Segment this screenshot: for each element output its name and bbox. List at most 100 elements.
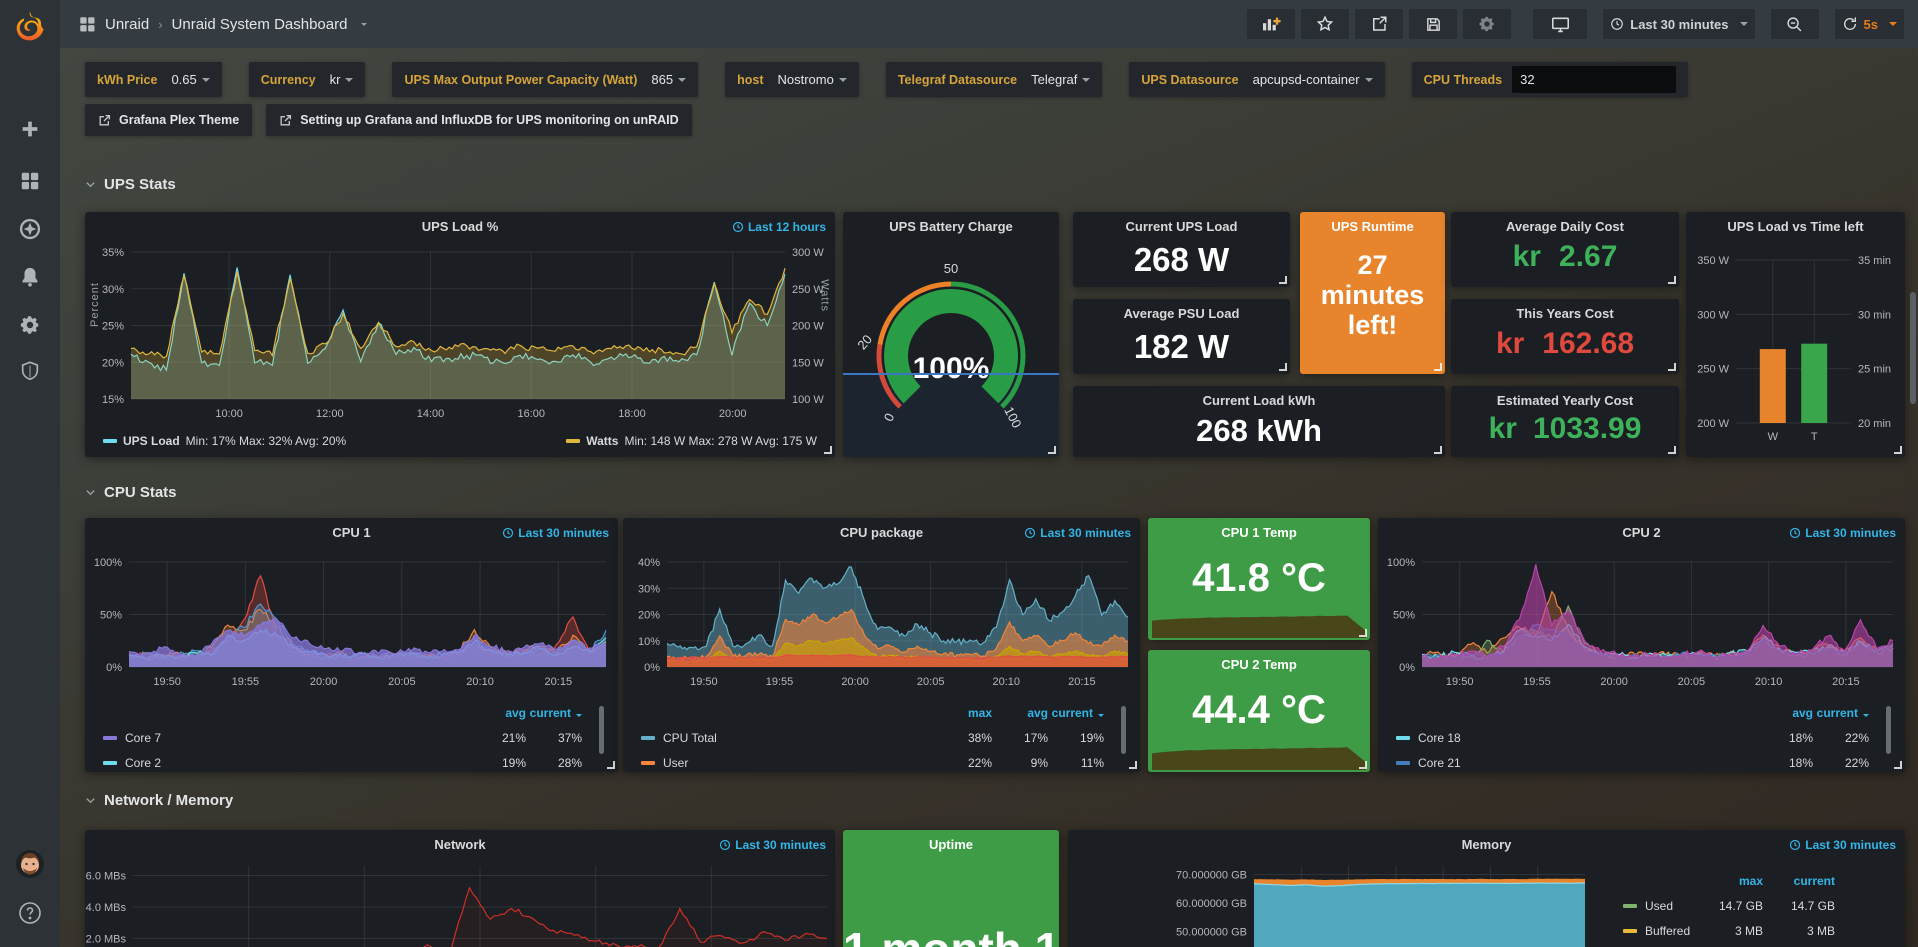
legend-col-current[interactable]: current <box>526 706 582 720</box>
ups-battery-gauge[interactable]: 02050100100% <box>843 238 1059 457</box>
svg-text:20:05: 20:05 <box>388 676 416 688</box>
panel-time-override[interactable]: Last 30 minutes <box>1024 526 1131 540</box>
explore-compass-icon[interactable] <box>0 212 60 246</box>
refresh-interval-label: 5s <box>1864 17 1878 32</box>
link-ups-monitoring-guide[interactable]: Setting up Grafana and InfluxDB for UPS … <box>266 104 691 136</box>
share-button[interactable] <box>1355 9 1403 39</box>
panel-title[interactable]: Estimated Yearly Cost <box>1461 393 1669 408</box>
breadcrumb-page[interactable]: Unraid System Dashboard <box>172 16 348 33</box>
variable-value-dropdown[interactable]: Nostromo <box>777 72 846 87</box>
server-admin-shield-icon[interactable] <box>0 354 60 388</box>
legend-col-max[interactable]: max <box>936 706 992 720</box>
svg-text:10%: 10% <box>638 636 660 648</box>
help-icon[interactable] <box>0 896 60 930</box>
link-grafana-plex-theme[interactable]: Grafana Plex Theme <box>85 104 252 136</box>
breadcrumb-caret-icon[interactable] <box>361 23 367 26</box>
legend-scrollbar[interactable] <box>599 706 604 754</box>
svg-text:30 min: 30 min <box>1858 309 1891 321</box>
cpu-2-temp-sparkline <box>1148 736 1370 770</box>
dashboard-settings-button[interactable] <box>1463 9 1511 39</box>
breadcrumb-app[interactable]: Unraid <box>105 16 149 33</box>
svg-text:20:05: 20:05 <box>917 676 945 688</box>
panel-time-override[interactable]: Last 30 minutes <box>1789 838 1896 852</box>
section-cpu-stats[interactable]: CPU Stats <box>85 484 177 501</box>
refresh-caret-icon <box>1889 22 1897 26</box>
user-avatar[interactable] <box>0 846 60 882</box>
panel-title[interactable]: Memory <box>1108 837 1865 852</box>
legend-item[interactable]: UPS Load Min: 17% Max: 32% Avg: 20% <box>103 434 346 448</box>
legend-col-max[interactable]: max <box>1691 874 1763 888</box>
panel-title[interactable]: UPS Runtime <box>1306 219 1439 234</box>
panel-title[interactable]: Current Load kWh <box>1113 393 1405 408</box>
ups-load-chart[interactable]: 10:0012:0014:0016:0018:0020:0035%300 W30… <box>85 212 835 457</box>
variable-ups-datasource: UPS Datasource apcupsd-container <box>1129 62 1384 97</box>
alerting-bell-icon[interactable] <box>0 260 60 294</box>
configuration-gear-icon[interactable] <box>0 308 60 342</box>
currency-prefix: kr <box>1513 240 1541 273</box>
time-range-caret-icon <box>1740 22 1748 26</box>
legend-row: Buffered 3 MB 3 MB <box>1623 918 1835 943</box>
legend-col-avg[interactable]: avg <box>470 706 526 720</box>
variable-value-dropdown[interactable]: kr <box>330 72 354 87</box>
dashboard-grid-icon[interactable] <box>78 15 96 33</box>
legend-item[interactable]: Watts Min: 148 W Max: 278 W Avg: 175 W <box>566 434 817 448</box>
page-scrollbar[interactable] <box>1910 292 1916 404</box>
section-ups-stats[interactable]: UPS Stats <box>85 176 176 193</box>
panel-title[interactable]: CPU 1 Temp <box>1188 525 1330 540</box>
chevron-down-icon <box>85 179 96 190</box>
panel-time-override[interactable]: Last 30 minutes <box>719 838 826 852</box>
variable-value-dropdown[interactable]: apcupsd-container <box>1253 72 1373 87</box>
panel-title[interactable]: CPU 2 Temp <box>1188 657 1330 672</box>
add-panel-button[interactable] <box>1247 9 1295 39</box>
create-add-icon[interactable] <box>0 112 60 146</box>
svg-text:35 min: 35 min <box>1858 255 1891 267</box>
save-button[interactable] <box>1409 9 1457 39</box>
variable-label: UPS Datasource <box>1141 73 1238 87</box>
variable-value-dropdown[interactable]: 865 <box>651 72 686 87</box>
panel-title[interactable]: Uptime <box>883 837 1019 852</box>
svg-text:20:00: 20:00 <box>719 408 747 420</box>
chevron-down-icon <box>85 795 96 806</box>
panel-title[interactable]: Average PSU Load <box>1083 306 1280 321</box>
legend-col-avg[interactable]: avg <box>992 706 1048 720</box>
svg-text:19:50: 19:50 <box>690 676 718 688</box>
legend-col-current[interactable]: current <box>1813 706 1869 720</box>
panel-title[interactable]: This Years Cost <box>1461 306 1669 321</box>
panel-time-override[interactable]: Last 30 minutes <box>1789 526 1896 540</box>
section-network-memory[interactable]: Network / Memory <box>85 792 233 809</box>
panel-time-override[interactable]: Last 12 hours <box>732 220 826 234</box>
svg-text:19:55: 19:55 <box>1523 676 1551 688</box>
sidebar <box>0 0 60 947</box>
legend-col-avg[interactable]: avg <box>1757 706 1813 720</box>
panel-ups-battery-charge: UPS Battery Charge 02050100100% <box>843 212 1059 457</box>
variable-value-dropdown[interactable]: 0.65 <box>171 72 209 87</box>
zoom-out-button[interactable] <box>1771 9 1819 39</box>
panel-title[interactable]: Current UPS Load <box>1083 219 1280 234</box>
variable-telegraf-datasource: Telegraf Datasource Telegraf <box>886 62 1103 97</box>
refresh-picker[interactable]: 5s <box>1835 9 1904 39</box>
stat-value: 268 kWh <box>1073 413 1445 449</box>
variable-value-dropdown[interactable]: Telegraf <box>1031 72 1090 87</box>
favorite-star-button[interactable] <box>1301 9 1349 39</box>
panel-title[interactable]: Network <box>125 837 795 852</box>
cpu-threads-input[interactable] <box>1512 66 1676 93</box>
ups-load-vs-time-chart[interactable]: 350 W35 min300 W30 min250 W25 min200 W20… <box>1686 212 1905 457</box>
legend-scrollbar[interactable] <box>1886 706 1891 754</box>
dashboards-icon[interactable] <box>0 164 60 198</box>
legend-col-current[interactable]: current <box>1763 874 1835 888</box>
cycle-view-monitor-button[interactable] <box>1533 9 1587 39</box>
grafana-logo-icon[interactable] <box>0 8 60 44</box>
svg-text:30%: 30% <box>102 284 124 296</box>
panel-title[interactable]: UPS Battery Charge <box>853 219 1049 234</box>
svg-text:14:00: 14:00 <box>417 408 445 420</box>
panel-time-override[interactable]: Last 30 minutes <box>502 526 609 540</box>
panel-title[interactable]: Average Daily Cost <box>1461 219 1669 234</box>
legend-col-current[interactable]: current <box>1048 706 1104 720</box>
breadcrumb-separator-icon: › <box>158 17 162 32</box>
external-link-icon <box>279 114 292 127</box>
legend-scrollbar[interactable] <box>1121 706 1126 754</box>
panel-title[interactable]: UPS Load vs Time left <box>1694 219 1897 234</box>
svg-text:300 W: 300 W <box>1697 309 1729 321</box>
panel-title[interactable]: UPS Load % <box>125 219 795 234</box>
time-range-picker[interactable]: Last 30 minutes <box>1603 9 1754 39</box>
